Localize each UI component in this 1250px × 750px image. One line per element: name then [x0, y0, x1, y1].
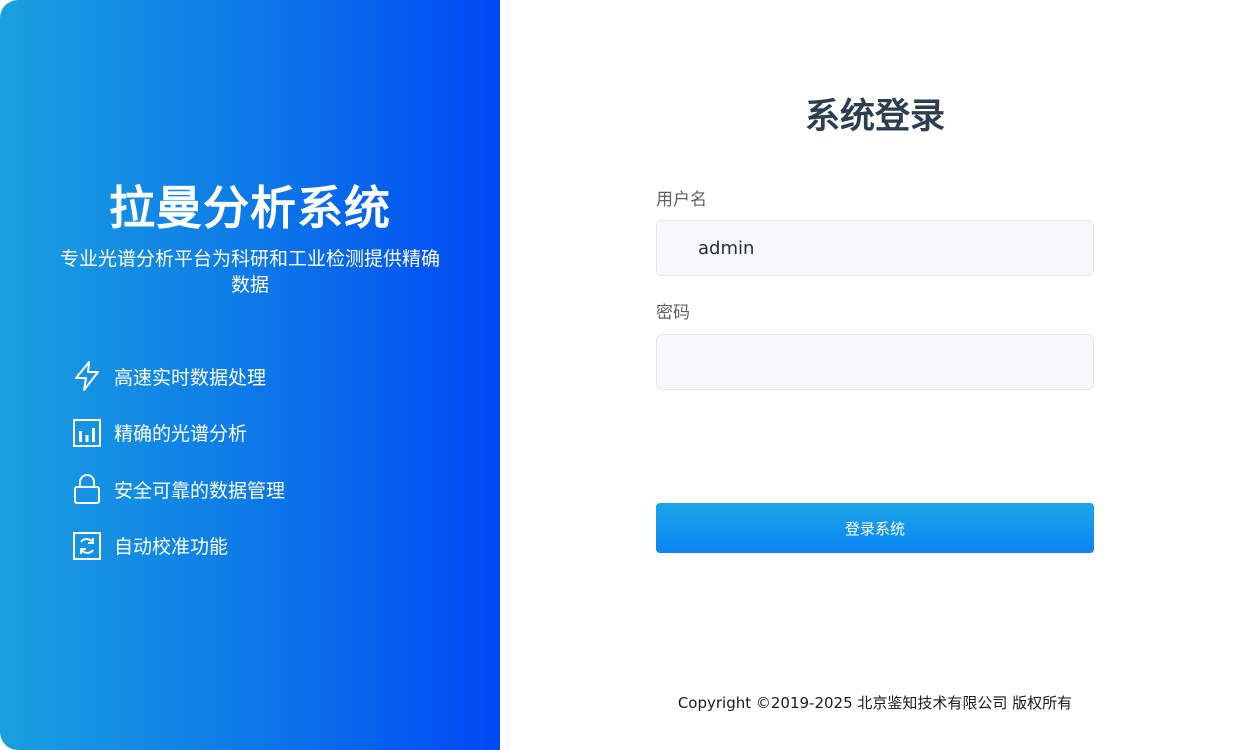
feature-item-secure: 安全可靠的数据管理 [72, 471, 472, 507]
login-title: 系统登录 [804, 97, 945, 137]
login-button[interactable]: 登录系统 [656, 503, 1094, 553]
feature-label: 精确的光谱分析 [114, 423, 248, 445]
bar-chart-icon [72, 417, 102, 449]
brand-title: 拉曼分析系统 [109, 181, 391, 235]
feature-label: 自动校准功能 [114, 536, 229, 558]
brand-panel: 拉曼分析系统 专业光谱分析平台为科研和工业检测提供精确数据 高速实时数据处理 精… [0, 0, 500, 750]
lightning-icon [72, 360, 102, 392]
password-label: 密码 [656, 303, 690, 323]
refresh-icon [72, 530, 102, 562]
feature-item-calibration: 自动校准功能 [72, 528, 472, 564]
feature-label: 高速实时数据处理 [114, 366, 267, 389]
brand-subtitle: 专业光谱分析平台为科研和工业检测提供精确数据 [60, 248, 441, 296]
feature-list: 高速实时数据处理 精确的光谱分析 安全可靠的数据管理 自动校准功能 [72, 358, 472, 584]
feature-item-spectral: 精确的光谱分析 [72, 415, 472, 451]
login-panel: 系统登录 用户名 密码 登录系统 Copyright ©2019-2025 北京… [500, 0, 1250, 750]
copyright-text: Copyright ©2019-2025 北京鉴知技术有限公司 版权所有 [677, 694, 1073, 712]
username-input[interactable] [656, 220, 1094, 276]
password-input[interactable] [656, 334, 1094, 390]
feature-label: 安全可靠的数据管理 [114, 479, 286, 502]
username-label: 用户名 [656, 190, 707, 210]
lock-icon [72, 473, 102, 505]
feature-item-realtime: 高速实时数据处理 [72, 358, 472, 394]
